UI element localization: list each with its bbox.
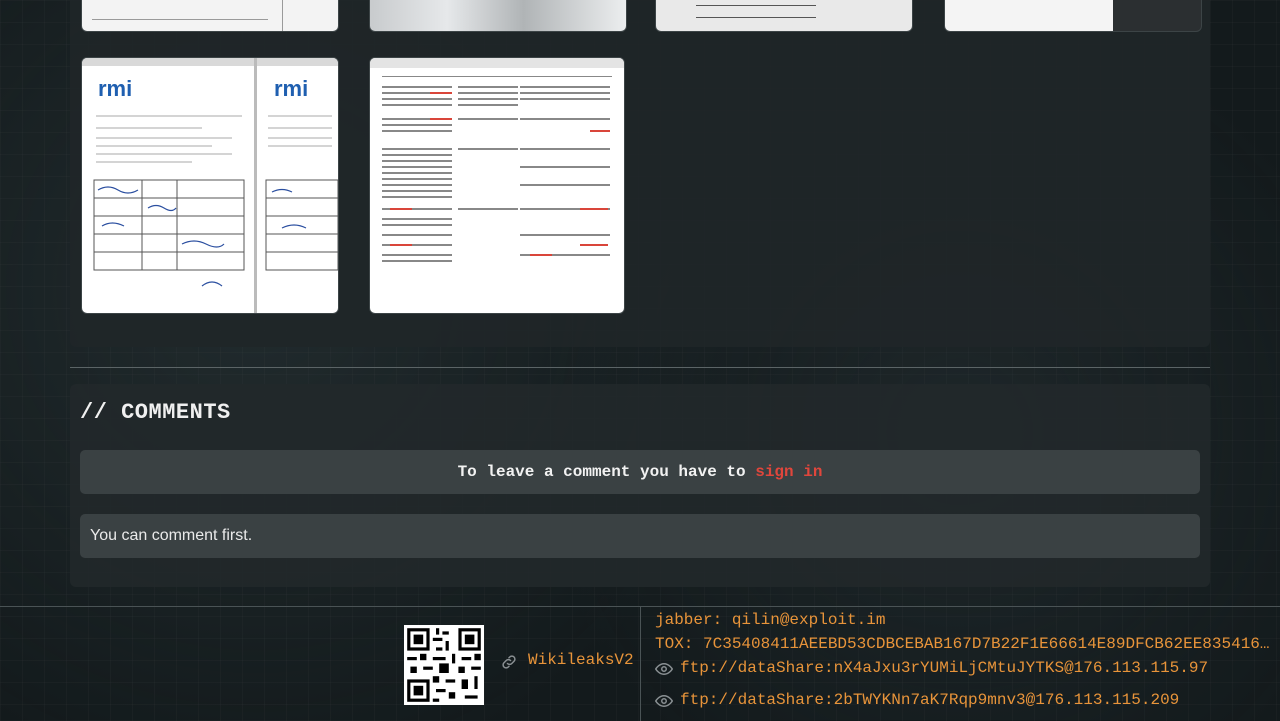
footer: WikileaksV2 jabber: qilin@exploit.im TOX… [0,606,1280,721]
gallery-thumbnail[interactable] [944,0,1202,32]
gallery-thumbnail[interactable] [81,0,339,32]
rmi-logo: rmi [98,76,132,101]
link-icon [502,655,516,669]
gallery-thumbnail[interactable] [655,0,913,32]
signin-link[interactable]: sign in [755,463,822,481]
eye-icon [655,662,673,676]
contacts-list: jabber: qilin@exploit.im TOX: 7C35408411… [640,607,1280,721]
gallery-thumbnail[interactable]: rmi rmi [81,57,339,314]
signin-prompt: To leave a comment you have to sign in [80,450,1200,494]
comments-title: // COMMENTS [80,400,231,425]
gallery-thumbnail[interactable] [369,0,627,32]
comments-panel: // COMMENTS To leave a comment you have … [70,384,1210,587]
gallery-panel: rmi rmi [70,0,1210,347]
wikileaks-link[interactable]: WikileaksV2 [528,651,634,669]
section-divider [70,367,1210,368]
qr-code-icon [404,625,484,705]
ftp-link-1[interactable]: ftp://dataShare:nX4aJxu3rYUMiLjCMtuJYTKS… [680,659,1277,677]
signin-prompt-text: To leave a comment you have to [457,463,746,481]
scanned-document-icon: rmi rmi [82,58,338,313]
rmi-logo: rmi [274,76,308,101]
tox-contact[interactable]: TOX: 7C35408411AEEBD53CDBCEBAB167D7B22F1… [655,635,1277,653]
jabber-contact[interactable]: jabber: qilin@exploit.im [655,611,1277,629]
ftp-link-2[interactable]: ftp://dataShare:2bTWYKNn7aK7Rqp9mnv3@176… [680,691,1277,709]
eye-icon [655,694,673,708]
spreadsheet-document-icon [370,58,624,262]
gallery-thumbnail[interactable] [369,57,625,314]
no-comments-notice: You can comment first. [80,514,1200,558]
